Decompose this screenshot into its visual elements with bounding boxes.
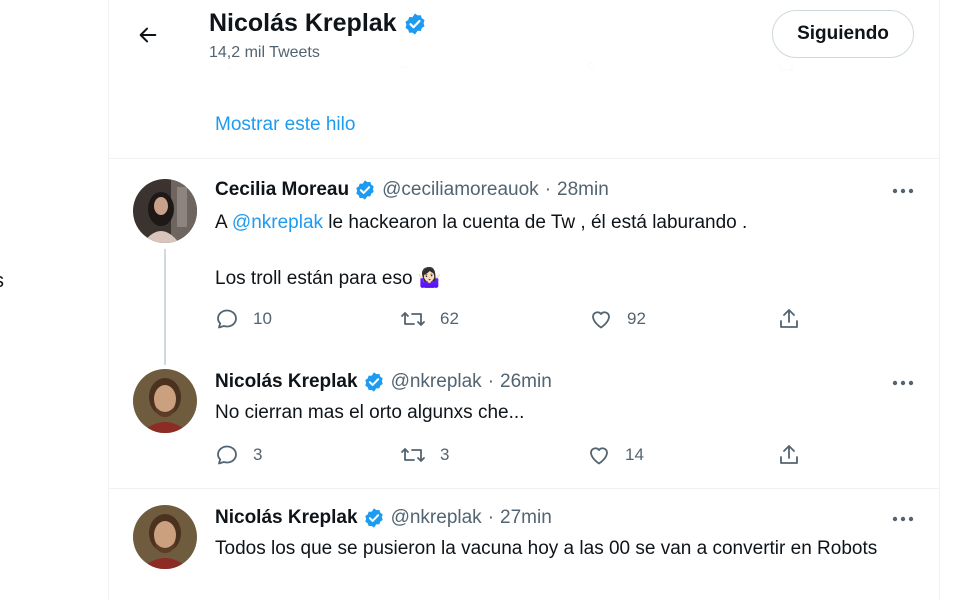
author-name[interactable]: Cecilia Moreau xyxy=(215,179,349,201)
separator-dot: · xyxy=(487,371,495,392)
verified-badge-icon xyxy=(354,179,376,201)
reply-icon xyxy=(217,445,237,465)
left-sidebar-fragment: s xyxy=(0,270,4,293)
more-icon xyxy=(892,188,914,194)
like-button[interactable]: 14 xyxy=(587,443,644,467)
arrow-left-icon xyxy=(139,27,157,43)
tweet-text-line2: Los troll están para eso 🤷🏻‍♀️ xyxy=(215,268,442,289)
show-thread-link[interactable]: Mostrar este hilo xyxy=(215,114,355,136)
reply-icon xyxy=(217,309,237,329)
thread-line xyxy=(164,249,166,365)
reply-count: 10 xyxy=(253,309,272,328)
author-handle[interactable]: @nkreplak xyxy=(391,507,482,529)
verified-badge-icon xyxy=(363,371,385,393)
like-button[interactable]: 92 xyxy=(589,307,646,331)
more-icon xyxy=(892,380,914,386)
reply-button[interactable]: 10 xyxy=(215,307,272,331)
share-icon xyxy=(780,445,798,464)
share-button[interactable] xyxy=(777,443,801,467)
more-options-button[interactable] xyxy=(889,181,917,201)
tweet-text-prefix: A xyxy=(215,212,232,233)
tweet-actions: 3 3 14 xyxy=(215,443,915,473)
verified-badge-icon xyxy=(363,507,385,529)
more-options-button[interactable] xyxy=(889,373,917,393)
share-button[interactable] xyxy=(777,307,801,331)
like-count: 14 xyxy=(625,445,644,464)
timeline-column: Nicolás Kreplak 14,2 mil Tweets Siguiend… xyxy=(108,0,940,600)
reply-button[interactable]: 3 xyxy=(215,443,262,467)
retweet-button[interactable]: 3 xyxy=(400,443,449,467)
retweet-button[interactable]: 62 xyxy=(400,307,459,331)
author-handle[interactable]: @ceciliamoreauok xyxy=(382,179,539,201)
avatar[interactable] xyxy=(133,505,197,569)
tweet-text-suffix: le hackearon la cuenta de Tw , él está l… xyxy=(323,212,748,233)
retweet-count: 3 xyxy=(440,445,450,464)
following-button[interactable]: Siguiendo xyxy=(772,10,914,58)
tweet-cecilia-moreau[interactable]: Cecilia Moreau @ceciliamoreauok · 28min … xyxy=(109,159,939,365)
profile-title: Nicolás Kreplak xyxy=(209,9,427,38)
mention-link[interactable]: @nkreplak xyxy=(232,212,323,233)
tweet-nicolas-kreplak-reply[interactable]: Nicolás Kreplak @nkreplak · 26min No cie… xyxy=(109,365,939,487)
author-name[interactable]: Nicolás Kreplak xyxy=(215,371,358,393)
more-options-button[interactable] xyxy=(889,509,917,529)
author-name[interactable]: Nicolás Kreplak xyxy=(215,507,358,529)
tweet-header: Nicolás Kreplak @nkreplak · 26min xyxy=(215,371,552,393)
more-icon xyxy=(892,516,914,522)
avatar[interactable] xyxy=(133,179,197,243)
tweet-nicolas-kreplak[interactable]: Nicolás Kreplak @nkreplak · 27min Todos … xyxy=(109,489,939,600)
tweet-header: Nicolás Kreplak @nkreplak · 27min xyxy=(215,507,552,529)
like-icon xyxy=(592,311,610,329)
tweet-text: A @nkreplak le hackearon la cuenta de Tw… xyxy=(215,209,905,237)
tweet-time[interactable]: 27min xyxy=(500,507,552,529)
tweet-header: Cecilia Moreau @ceciliamoreauok · 28min xyxy=(215,179,609,201)
like-count: 92 xyxy=(627,309,646,328)
like-icon xyxy=(590,447,608,465)
separator-dot: · xyxy=(487,507,495,528)
separator-dot: · xyxy=(544,179,552,200)
avatar[interactable] xyxy=(133,369,197,433)
profile-name: Nicolás Kreplak xyxy=(209,9,397,37)
tweet-time[interactable]: 28min xyxy=(557,179,609,201)
author-handle[interactable]: @nkreplak xyxy=(391,371,482,393)
share-icon xyxy=(780,309,798,328)
tweet-text: Todos los que se pusieron la vacuna hoy … xyxy=(215,538,878,559)
tweet-time[interactable]: 26min xyxy=(500,371,552,393)
tweet-text: No cierran mas el orto algunxs che... xyxy=(215,402,525,423)
tweet-actions: 10 62 92 xyxy=(215,307,915,337)
tweet-count: 14,2 mil Tweets xyxy=(209,44,320,61)
retweet-count: 62 xyxy=(440,309,459,328)
profile-header: Nicolás Kreplak 14,2 mil Tweets Siguiend… xyxy=(109,0,939,72)
retweet-icon xyxy=(401,448,425,462)
verified-badge-icon xyxy=(405,13,425,34)
reply-count: 3 xyxy=(253,445,263,464)
retweet-icon xyxy=(401,312,425,326)
back-button[interactable] xyxy=(133,20,163,50)
